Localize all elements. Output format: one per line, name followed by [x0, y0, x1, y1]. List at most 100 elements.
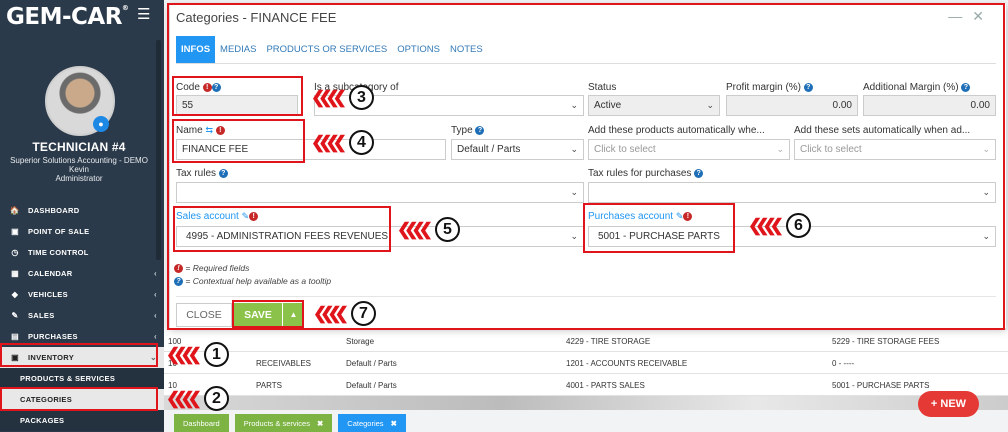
profit-margin-field[interactable]: 0.00 [726, 95, 858, 116]
status-value: Active [594, 100, 622, 111]
callout-7: ❮❮❮❮ 7 [313, 301, 376, 326]
table-cell: 4001 - PARTS SALES [566, 381, 645, 390]
save-label: SAVE [244, 309, 272, 321]
tab-label: Dashboard [183, 418, 220, 428]
arrow-left-icon: ❮❮❮❮ [748, 215, 784, 235]
table-cell: Default / Parts [346, 381, 397, 390]
sidebar-item-label: PURCHASES [28, 332, 78, 341]
sidebar-item-inventory[interactable]: ▣ INVENTORY ⌄ [0, 347, 164, 368]
table-cell: RECEIVABLES [256, 359, 311, 368]
auto-sets-select[interactable]: Click to select ⌄ [794, 139, 996, 160]
arrow-left-icon: ❮❮❮❮ [166, 388, 202, 408]
help-icon[interactable]: ? [694, 168, 704, 178]
chevron-down-icon: ⌄ [149, 353, 157, 362]
callout-6: ❮❮❮❮ 6 [748, 213, 811, 238]
sidebar-subitem-products-services[interactable]: PRODUCTS & SERVICES [0, 368, 164, 389]
tab-notes[interactable]: NOTES [445, 36, 488, 63]
profile-name: TECHNICIAN #4 [32, 140, 126, 154]
required-icon: ! [683, 212, 693, 221]
user-badge-icon: ● [93, 116, 109, 132]
tax-rules-purchases-select[interactable]: ⌄ [588, 182, 996, 203]
tax-rules-select[interactable]: ⌄ [176, 182, 584, 203]
sidebar-subitem-categories[interactable]: CATEGORIES [0, 389, 164, 410]
placeholder-text: Click to select [800, 144, 862, 155]
help-icon[interactable]: ? [218, 168, 228, 178]
sidebar-item-label: SALES [28, 311, 55, 320]
app-logo[interactable]: GEM-CAR® [6, 4, 129, 30]
sales-account-select[interactable]: 4995 - ADMINISTRATION FEES REVENUES ⌄ [176, 226, 584, 247]
additional-margin-field[interactable]: 0.00 [863, 95, 996, 116]
sidebar-item-label: INVENTORY [28, 353, 75, 362]
status-label: Status [588, 82, 617, 93]
sidebar-item-point-of-sale[interactable]: ▣ POINT OF SALE [0, 221, 164, 242]
purchases-icon: ▤ [11, 332, 19, 341]
auto-sets-label: Add these sets automatically when ad... [794, 125, 971, 136]
close-button[interactable]: CLOSE [176, 303, 232, 327]
sidebar-item-dashboard[interactable]: 🏠 DASHBOARD [0, 200, 164, 221]
chevron-down-icon: ⌄ [982, 231, 990, 241]
new-button[interactable]: + NEW [918, 391, 979, 417]
tab-medias[interactable]: MEDIAS [215, 36, 261, 63]
bottom-tab-dashboard[interactable]: Dashboard [174, 414, 229, 432]
type-select[interactable]: Default / Parts ⌄ [451, 139, 584, 160]
table-row[interactable]: 10 RECEIVABLES Default / Parts 1201 - AC… [164, 352, 1008, 374]
save-button[interactable]: SAVE ▲ [234, 303, 304, 327]
auto-products-select[interactable]: Click to select ⌄ [588, 139, 790, 160]
sidebar-item-time-control[interactable]: ◷ TIME CONTROL [0, 242, 164, 263]
sidebar-subitem-packages[interactable]: PACKAGES [0, 410, 164, 431]
sidebar-item-label: TIME CONTROL [28, 248, 89, 257]
callout-number: 6 [785, 213, 811, 238]
help-icon[interactable]: ? [475, 125, 485, 135]
sales-account-value: 4995 - ADMINISTRATION FEES REVENUES [186, 231, 389, 242]
minimize-icon[interactable]: — [948, 8, 972, 24]
sidebar-item-vehicles[interactable]: ◆ VEHICLES ‹ [0, 284, 164, 305]
edit-icon[interactable]: ✎ [242, 211, 250, 221]
table-cell: PARTS [256, 381, 282, 390]
menu-toggle-icon[interactable]: ☰ [137, 5, 150, 23]
cart-icon: ▣ [11, 353, 19, 362]
sales-account-label: Sales account ✎! [176, 211, 259, 222]
additional-margin-label: Additional Margin (%) ? [863, 82, 971, 93]
bottom-tab-products-services[interactable]: Products & services ✖ [234, 414, 333, 432]
caret-up-icon[interactable]: ▲ [282, 303, 304, 327]
sidebar-item-calendar[interactable]: ▦ CALENDAR ‹ [0, 263, 164, 284]
profile-role: Administrator [55, 174, 103, 183]
close-icon[interactable]: ✕ [972, 8, 994, 24]
sidebar-item-label: POINT OF SALE [28, 227, 90, 236]
tab-options[interactable]: OPTIONS [392, 36, 445, 63]
category-edit-modal: Categories - FINANCE FEE —✕ INFOS MEDIAS… [170, 4, 1006, 328]
callout-4: ❮❮❮❮ 4 [311, 130, 374, 155]
callout-1: ❮❮❮❮ 1 [166, 342, 229, 367]
code-field[interactable]: 55 [176, 95, 298, 116]
table-row[interactable]: 10 PARTS Default / Parts 4001 - PARTS SA… [164, 374, 1008, 396]
help-icon[interactable]: ? [961, 82, 971, 92]
chevron-down-icon: ⌄ [570, 231, 578, 241]
translate-icon[interactable]: ⇆ [205, 125, 213, 135]
close-icon[interactable]: ✖ [317, 419, 323, 428]
callout-3: ❮❮❮❮ 3 [311, 85, 374, 110]
chevron-down-icon: ⌄ [706, 100, 714, 110]
table-cell: 4229 - TIRE STORAGE [566, 337, 651, 346]
required-icon: ! [215, 126, 225, 135]
help-icon[interactable]: ? [211, 82, 221, 92]
help-icon[interactable]: ? [803, 82, 813, 92]
help-icon: ? [174, 277, 183, 287]
tab-products-or-services[interactable]: PRODUCTS OR SERVICES [261, 36, 392, 63]
table-row[interactable]: 100 Storage 4229 - TIRE STORAGE 5229 - T… [164, 330, 1008, 352]
sidebar-item-sales[interactable]: ✎ SALES ‹ [0, 305, 164, 326]
window-controls: —✕ [948, 8, 994, 25]
chevron-down-icon: ⌄ [570, 100, 578, 110]
register-icon: ▣ [11, 227, 19, 236]
required-icon: ! [174, 264, 183, 274]
edit-icon[interactable]: ✎ [676, 211, 684, 221]
bottom-tab-categories[interactable]: Categories ✖ [338, 414, 406, 432]
sidebar-item-purchases[interactable]: ▤ PURCHASES ‹ [0, 326, 164, 347]
status-select[interactable]: Active ⌄ [588, 95, 720, 116]
table-cell: 5229 - TIRE STORAGE FEES [832, 337, 940, 346]
close-icon[interactable]: ✖ [391, 419, 397, 428]
sidebar-item-label: CALENDAR [28, 269, 73, 278]
decorative-banner [164, 396, 1008, 410]
tab-infos[interactable]: INFOS [176, 36, 216, 63]
chevron-down-icon: ⌄ [570, 144, 578, 154]
table-cell: Storage [346, 337, 375, 346]
